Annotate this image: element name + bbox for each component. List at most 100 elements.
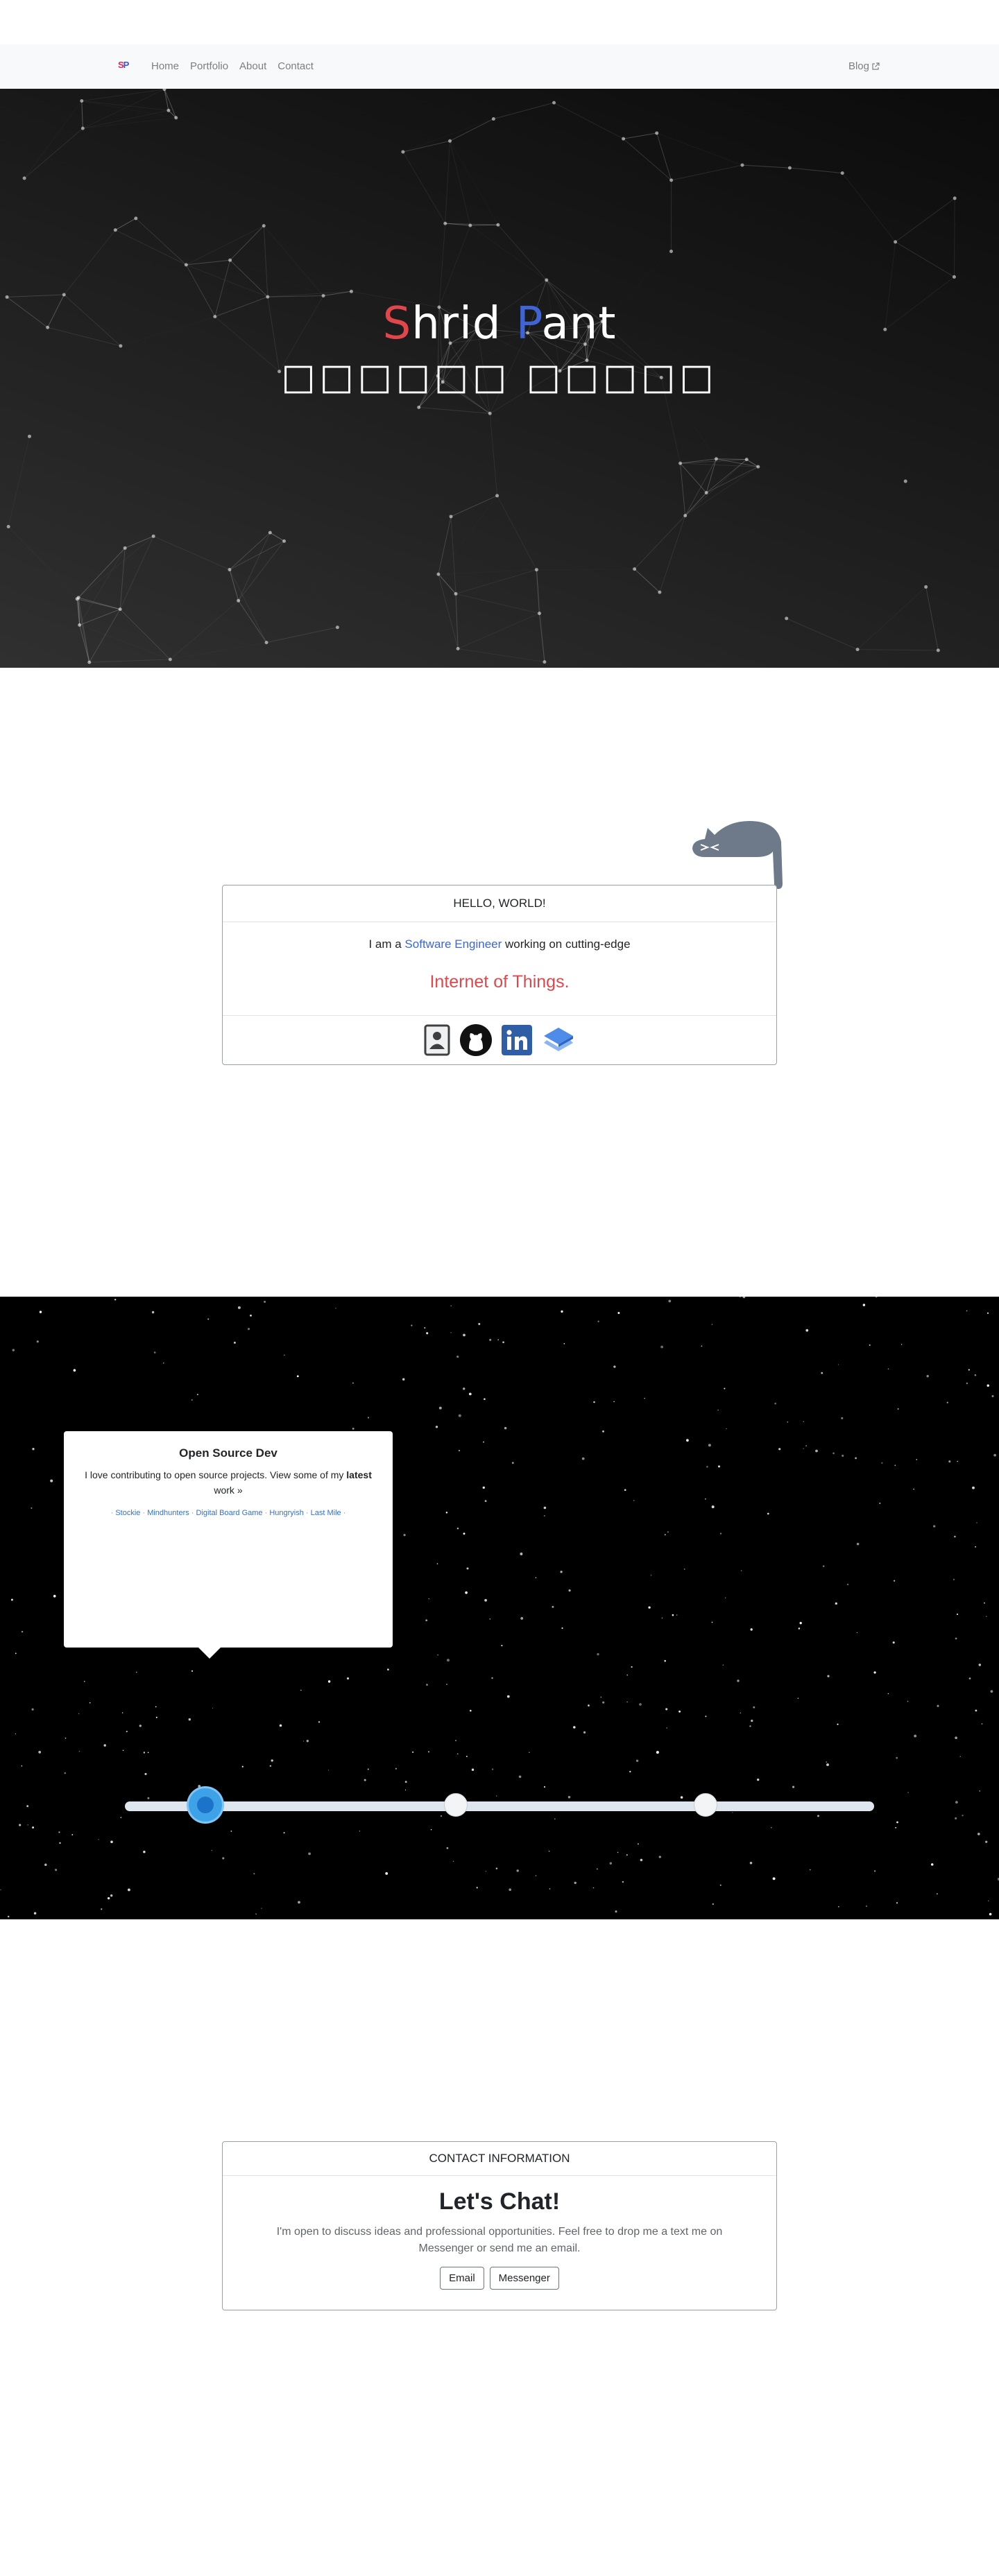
network-node: [262, 224, 266, 228]
star: [7, 1915, 10, 1918]
star: [21, 1630, 24, 1633]
star: [633, 1500, 635, 1501]
network-line: [24, 101, 82, 178]
star: [36, 1340, 39, 1343]
network-line: [671, 164, 743, 181]
network-line: [489, 413, 498, 496]
resume-icon[interactable]: [423, 1023, 451, 1057]
star: [597, 1320, 599, 1322]
star: [395, 1767, 397, 1770]
network-node: [740, 163, 744, 167]
messenger-button[interactable]: Messenger: [489, 2267, 559, 2290]
network-line: [742, 164, 790, 168]
network-node: [78, 623, 82, 627]
star: [446, 1847, 449, 1849]
project-link-last-mile[interactable]: Last Mile: [311, 1509, 341, 1517]
star: [787, 1421, 789, 1423]
nav-blog-label: Blog: [848, 60, 869, 72]
star: [153, 1351, 156, 1354]
star: [430, 1829, 432, 1831]
star: [114, 1299, 117, 1301]
network-line: [115, 218, 137, 231]
star: [881, 1462, 883, 1464]
network-node: [417, 406, 421, 410]
star: [975, 1546, 977, 1548]
star: [900, 1344, 903, 1345]
star: [520, 1553, 523, 1555]
star: [772, 1877, 776, 1881]
network-line: [403, 119, 494, 152]
star: [144, 1772, 147, 1775]
github-icon[interactable]: [459, 1023, 493, 1057]
network-line: [80, 625, 171, 659]
network-node: [491, 116, 495, 121]
contact-card-header: CONTACT INFORMATION: [223, 2142, 776, 2176]
network-line: [680, 463, 686, 516]
star: [916, 1459, 918, 1460]
about-card: HELLO, WORLD! I am a Software Engineer w…: [222, 885, 777, 1065]
linkedin-icon[interactable]: [501, 1024, 533, 1056]
star: [955, 1637, 957, 1640]
nav-blog[interactable]: Blog: [848, 60, 880, 72]
star: [32, 1826, 35, 1829]
star: [482, 1486, 485, 1489]
brand-logo[interactable]: SP: [118, 60, 129, 70]
star: [873, 1870, 876, 1872]
network-node: [953, 196, 957, 200]
star: [821, 1372, 823, 1374]
network-node: [436, 572, 441, 576]
star: [543, 1506, 547, 1510]
star: [976, 1522, 977, 1523]
star: [191, 1399, 193, 1401]
project-link-mindhunters[interactable]: Mindhunters: [147, 1509, 189, 1517]
timeline-dot-1[interactable]: [189, 1788, 222, 1822]
star: [837, 1364, 839, 1365]
project-link-hungryish[interactable]: Hungryish: [269, 1509, 304, 1517]
star: [53, 1595, 56, 1598]
timeline-dot-3[interactable]: [694, 1793, 717, 1817]
network-line: [119, 609, 171, 660]
open-source-title: Open Source Dev: [179, 1446, 278, 1460]
star: [937, 1704, 939, 1707]
open-source-description: I love contributing to open source proje…: [85, 1467, 372, 1498]
star: [708, 1444, 711, 1447]
email-button[interactable]: Email: [440, 2267, 484, 2290]
star: [529, 1752, 530, 1753]
network-line: [266, 541, 284, 642]
network-line: [554, 102, 624, 139]
network-node: [903, 479, 907, 483]
network-line: [634, 569, 660, 593]
network-node: [468, 223, 472, 227]
star: [593, 1401, 595, 1403]
network-line: [623, 138, 672, 181]
star: [222, 1857, 225, 1860]
star: [837, 1905, 839, 1908]
stack-icon[interactable]: [541, 1025, 576, 1055]
network-node: [237, 598, 241, 603]
star: [308, 1852, 311, 1856]
nav-contact[interactable]: Contact: [278, 60, 314, 72]
star: [978, 1663, 982, 1666]
timeline-dot-2[interactable]: [444, 1793, 468, 1817]
project-link-digital-board-game[interactable]: Digital Board Game: [196, 1509, 263, 1517]
hero-section: Shrid Pant □□□□□□ □□□□□: [0, 89, 999, 668]
star: [155, 1716, 157, 1718]
star: [191, 1670, 194, 1672]
star: [986, 1616, 987, 1617]
star: [489, 1338, 492, 1341]
project-links: · Stockie · Mindhunters · Digital Board …: [110, 1509, 346, 1517]
network-line: [680, 458, 717, 464]
nav-home[interactable]: Home: [151, 60, 179, 72]
star: [826, 1761, 828, 1763]
star: [147, 1752, 149, 1754]
network-node: [62, 293, 66, 297]
network-node: [27, 434, 31, 438]
star: [667, 1531, 669, 1533]
network-node: [401, 150, 405, 154]
network-node: [80, 126, 85, 130]
project-link-stockie[interactable]: Stockie: [115, 1509, 140, 1517]
nav-portfolio[interactable]: Portfolio: [190, 60, 228, 72]
star: [827, 1675, 830, 1677]
nav-about[interactable]: About: [239, 60, 266, 72]
network-line: [656, 132, 672, 181]
